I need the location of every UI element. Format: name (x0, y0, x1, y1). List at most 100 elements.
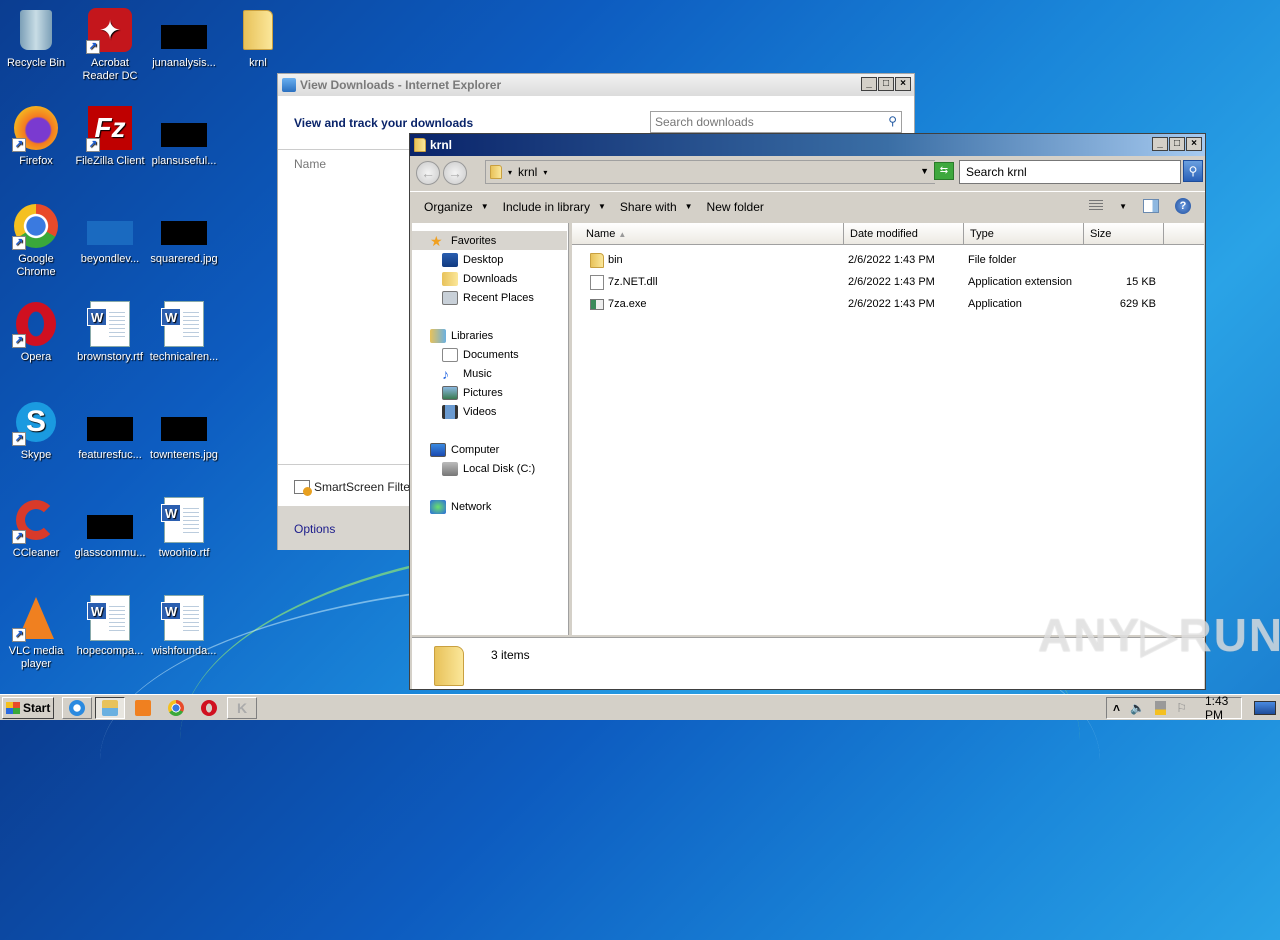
search-krnl-input[interactable]: Search krnl (959, 160, 1181, 184)
nav-recent-places[interactable]: Recent Places (442, 289, 534, 307)
column-header-date[interactable]: Date modified (844, 223, 964, 245)
show-hidden-icons-button[interactable]: ˄ (1113, 701, 1120, 715)
clock[interactable]: 1:43 PM (1205, 694, 1241, 722)
column-header-type[interactable]: Type (964, 223, 1084, 245)
desktop-icon-recycle-bin[interactable]: Recycle Bin (0, 6, 74, 70)
breadcrumb-separator[interactable]: ▾ (508, 168, 512, 177)
desktop-icon-filezilla-client[interactable]: Fz ↗ FileZilla Client (72, 104, 148, 168)
change-view-icon[interactable] (1089, 200, 1104, 212)
volume-icon[interactable]: 🔈 (1130, 701, 1145, 715)
taskbar: Start K ˄ 🔈 ⚐ 1:43 PM (0, 694, 1280, 722)
ie-title-bar[interactable]: View Downloads - Internet Explorer (278, 74, 914, 96)
start-button[interactable]: Start (2, 696, 54, 719)
organize-button[interactable]: Organize ▼ (410, 200, 489, 214)
desktop-icon-beyondlev[interactable]: beyondlev... (72, 202, 148, 266)
taskbar-krnl-app[interactable]: K (227, 696, 257, 719)
breadcrumb-krnl[interactable]: krnl (518, 165, 537, 179)
refresh-button[interactable]: ⇆ (934, 162, 954, 180)
nav-local-disk[interactable]: Local Disk (C:) (442, 460, 535, 478)
desktop-icon-opera[interactable]: ↗ Opera (0, 300, 74, 364)
dll-file-icon (590, 275, 604, 290)
desktop-icon-twoohio-rtf[interactable]: Wtwoohio.rtf (146, 496, 222, 560)
desktop-icon-ccleaner[interactable]: ↗ CCleaner (0, 496, 74, 560)
desktop-icon-plansuseful[interactable]: plansuseful... (146, 104, 222, 168)
new-folder-button[interactable]: New folder (693, 200, 764, 214)
address-bar[interactable]: ▾ krnl ▾ ▼ (485, 160, 935, 184)
nav-label: Pictures (463, 387, 503, 399)
action-center-flag-icon[interactable]: ⚐ (1176, 701, 1187, 715)
internet-explorer-icon (69, 699, 85, 716)
taskbar-media-player[interactable] (128, 697, 158, 719)
desktop-icon-hopecompa[interactable]: Whopecompa... (72, 594, 148, 658)
desktop-icon-label: Skype (20, 449, 52, 461)
address-history-dropdown[interactable]: ▼ (920, 166, 929, 176)
downloads-name-column[interactable]: Name (294, 157, 326, 171)
include-in-library-button[interactable]: Include in library ▼ (489, 200, 606, 214)
firefox-icon: ↗ (12, 104, 60, 152)
smartscreen-label: SmartScreen Filte (314, 480, 411, 494)
folder-icon (434, 646, 464, 686)
forward-button[interactable]: → (443, 161, 467, 185)
desktop-icon-junanalysis[interactable]: junanalysis... (146, 6, 222, 70)
videos-icon (442, 405, 458, 419)
desktop-icon-townteens-jpg[interactable]: townteens.jpg (146, 398, 222, 462)
nav-network[interactable]: Network (430, 498, 491, 516)
help-icon[interactable]: ? (1175, 198, 1191, 214)
minimize-button[interactable]: _ (861, 77, 877, 91)
nav-label: Local Disk (C:) (463, 463, 536, 475)
desktop-icon-wishfounda[interactable]: Wwishfounda... (146, 594, 222, 658)
nav-desktop[interactable]: Desktop (442, 251, 503, 269)
close-button[interactable]: × (1186, 137, 1202, 151)
network-warning-icon[interactable] (1154, 701, 1167, 715)
desktop-icon-acrobat-reader-dc[interactable]: ✦ ↗ Acrobat Reader DC (72, 6, 148, 83)
chevron-down-icon: ▼ (480, 202, 489, 211)
column-header-size[interactable]: Size (1084, 223, 1164, 245)
minimize-button[interactable]: _ (1152, 137, 1168, 151)
options-link[interactable]: Options (294, 522, 335, 536)
desktop-icon-krnl[interactable]: krnl (220, 6, 296, 70)
back-button[interactable]: ← (416, 161, 440, 185)
desktop-icon-vlc-media-player[interactable]: ↗ VLC media player (0, 594, 74, 671)
maximize-button[interactable]: □ (1169, 137, 1185, 151)
search-icon[interactable]: ⚲ (1183, 160, 1203, 182)
show-desktop-button[interactable] (1254, 701, 1276, 715)
desktop-icon-technicalren[interactable]: Wtechnicalren... (146, 300, 222, 364)
explorer-title-bar[interactable]: krnl (410, 134, 1205, 156)
desktop-icon-skype[interactable]: S ↗ Skype (0, 398, 74, 462)
nav-documents[interactable]: Documents (442, 346, 519, 364)
file-row[interactable]: bin 2/6/2022 1:43 PM File folder (572, 251, 1204, 271)
view-options-dropdown[interactable]: ▼ (1119, 202, 1127, 211)
file-row[interactable]: 7za.exe 2/6/2022 1:43 PM Application 629 KB (572, 295, 1204, 315)
column-header-name[interactable]: Name ▲ (572, 223, 844, 245)
maximize-button[interactable]: □ (878, 77, 894, 91)
desktop-icon-glasscommu[interactable]: glasscommu... (72, 496, 148, 560)
nav-videos[interactable]: Videos (442, 403, 496, 421)
desktop-icon-google-chrome[interactable]: ↗ Google Chrome (0, 202, 74, 279)
shortcut-arrow-icon: ↗ (12, 138, 26, 152)
file-date: 2/6/2022 1:43 PM (848, 298, 935, 310)
nav-favorites[interactable]: ★ Favorites (430, 232, 496, 250)
desktop-icon-firefox[interactable]: ↗ Firefox (0, 104, 74, 168)
preview-pane-icon[interactable] (1143, 199, 1159, 213)
explorer-window[interactable]: krnl _ □ × ← → ▾ krnl ▾ ▼ ⇆ Search krnl … (409, 133, 1206, 690)
breadcrumb-separator[interactable]: ▾ (543, 168, 547, 177)
smartscreen-filter-link[interactable]: SmartScreen Filte (294, 480, 411, 496)
desktop-icon-squarered-jpg[interactable]: squarered.jpg (146, 202, 222, 266)
search-downloads-input[interactable]: Search downloads ⚲ (650, 111, 902, 133)
nav-label: Recent Places (463, 292, 534, 304)
share-with-button[interactable]: Share with ▼ (606, 200, 693, 214)
desktop-icon-featuresfuc[interactable]: featuresfuc... (72, 398, 148, 462)
file-row[interactable]: 7z.NET.dll 2/6/2022 1:43 PM Application ex… (572, 273, 1204, 293)
taskbar-internet-explorer[interactable] (62, 696, 92, 719)
taskbar-chrome[interactable] (161, 697, 191, 719)
desktop-icon-brownstory-rtf[interactable]: Wbrownstory.rtf (72, 300, 148, 364)
nav-downloads[interactable]: Downloads (442, 270, 517, 288)
nav-pictures[interactable]: Pictures (442, 384, 503, 402)
nav-computer[interactable]: Computer (430, 441, 499, 459)
close-button[interactable]: × (895, 77, 911, 91)
nav-libraries[interactable]: Libraries (430, 327, 493, 345)
search-icon[interactable]: ⚲ (888, 114, 897, 128)
nav-music[interactable]: ♪ Music (442, 365, 492, 383)
taskbar-opera[interactable] (194, 697, 224, 719)
taskbar-windows-explorer[interactable] (95, 696, 125, 719)
